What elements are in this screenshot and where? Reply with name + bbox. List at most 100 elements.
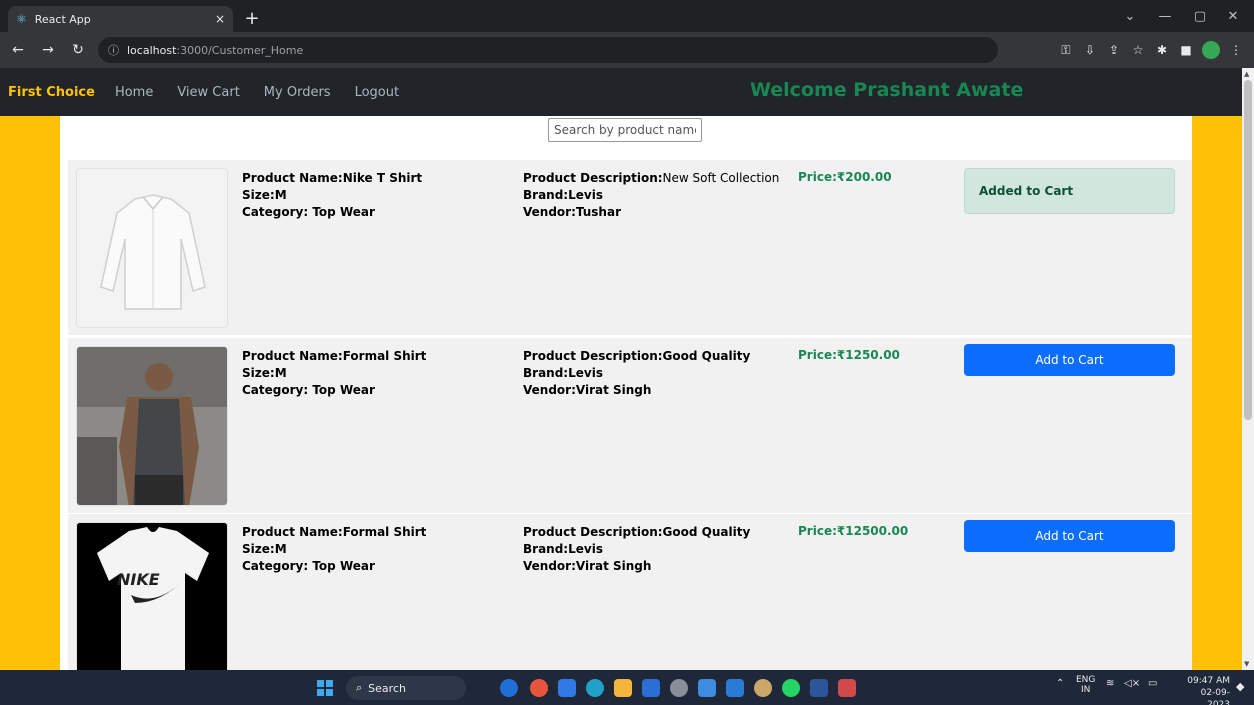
product-name: Formal Shirt [342, 525, 427, 539]
scroll-thumb[interactable] [1244, 80, 1252, 420]
product-vendor: Virat Singh [575, 383, 652, 397]
notification-icon[interactable]: ◆ [1236, 680, 1244, 693]
react-icon: ⚛ [16, 12, 27, 26]
nike-tshirt-image: NIKE [76, 522, 228, 670]
added-to-cart-alert: Added to Cart [964, 168, 1175, 214]
info-icon[interactable]: ⓘ [108, 42, 119, 58]
white-shirt-image [76, 168, 228, 328]
welcome-message: Welcome Prashant Awate [750, 79, 1024, 101]
reload-icon[interactable]: ↻ [66, 38, 90, 62]
product-details-left: Product Name:Formal Shirt Size:M Categor… [242, 525, 427, 573]
forward-icon[interactable]: → [36, 38, 60, 62]
product-vendor: Virat Singh [575, 559, 652, 573]
back-icon[interactable]: ← [6, 38, 30, 62]
settings-gear-icon[interactable] [670, 679, 688, 697]
search-input[interactable] [548, 118, 702, 142]
snipping-tool-icon[interactable] [838, 679, 856, 697]
file-explorer-icon[interactable] [614, 679, 632, 697]
wifi-icon[interactable]: ≋ [1106, 678, 1114, 689]
remote-desktop-icon[interactable] [698, 679, 716, 697]
browser-tab[interactable]: ⚛ React App × [8, 6, 233, 32]
tab-title: React App [34, 12, 91, 26]
windows-taskbar: ⌕ Search ⌃ ENG IN ≋ ◁× ▭ 09:47 AM 02-09-20… [0, 670, 1254, 705]
new-tab-button[interactable]: + [240, 6, 264, 30]
product-category: Top Wear [312, 383, 375, 397]
install-icon[interactable]: ⇩ [1082, 38, 1098, 62]
whatsapp-icon[interactable] [782, 679, 800, 697]
page-scrollbar[interactable]: ▲ ▼ [1242, 68, 1254, 670]
profile-avatar[interactable] [1202, 41, 1220, 59]
tray-chevron-icon[interactable]: ⌃ [1056, 678, 1064, 689]
product-price: Price:₹200.00 [798, 170, 892, 184]
bookmark-star-icon[interactable]: ☆ [1130, 38, 1146, 62]
product-details-left: Product Name:Formal Shirt Size:M Categor… [242, 349, 427, 397]
word-icon[interactable] [810, 679, 828, 697]
battery-icon[interactable]: ▭ [1148, 678, 1157, 689]
nav-my-orders-link[interactable]: My Orders [264, 85, 331, 100]
product-description: Good Quality [662, 349, 751, 363]
add-to-cart-button[interactable]: Add to Cart [964, 520, 1175, 552]
nav-home-link[interactable]: Home [115, 85, 153, 100]
share-icon[interactable]: ⇪ [1106, 38, 1122, 62]
top-navbar: First Choice Home View Cart My Orders Lo… [0, 68, 1242, 116]
product-brand: Levis [568, 366, 603, 380]
extensions-icon[interactable]: ✱ [1154, 38, 1170, 62]
url-path: :3000/Customer_Home [176, 43, 304, 57]
product-details-right: Product Description:Good Quality Brand:L… [523, 349, 751, 397]
add-to-cart-button[interactable]: Add to Cart [964, 344, 1175, 376]
product-size: M [274, 542, 287, 556]
product-category: Top Wear [312, 205, 375, 219]
product-details-left: Product Name:Nike T Shirt Size:M Categor… [242, 171, 423, 219]
product-details-right: Product Description:New Soft Collection … [523, 171, 780, 219]
nav-logout-link[interactable]: Logout [355, 85, 400, 100]
tab-search-icon[interactable]: ⌄ [1115, 6, 1145, 26]
svg-text:NIKE: NIKE [117, 570, 160, 589]
search-icon: ⌕ [356, 681, 363, 694]
address-bar[interactable]: ⓘ localhost:3000/Customer_Home [98, 37, 998, 63]
scroll-up-icon[interactable]: ▲ [1244, 70, 1249, 78]
product-list-container: Product Name:Nike T Shirt Size:M Categor… [60, 116, 1192, 670]
vscode-icon[interactable] [726, 679, 744, 697]
store-app-icon[interactable] [558, 679, 576, 697]
taskbar-search[interactable]: ⌕ Search [346, 676, 466, 700]
product-size: M [274, 188, 287, 202]
menu-kebab-icon[interactable]: ⋮ [1228, 38, 1244, 62]
gear-app-icon[interactable] [754, 679, 772, 697]
product-price: Price:₹1250.00 [798, 348, 900, 362]
product-name: Nike T Shirt [342, 171, 423, 185]
product-category: Top Wear [312, 559, 375, 573]
language-indicator[interactable]: ENG IN [1076, 675, 1095, 695]
product-card: Product Name:Nike T Shirt Size:M Categor… [68, 160, 1192, 335]
product-details-right: Product Description:Good Quality Brand:L… [523, 525, 751, 573]
product-brand: Levis [568, 542, 603, 556]
key-icon[interactable]: ⚿ [1058, 38, 1074, 62]
url-host: localhost [127, 43, 177, 57]
product-price: Price:₹12500.00 [798, 524, 909, 538]
scroll-down-icon[interactable]: ▼ [1244, 660, 1249, 668]
volume-muted-icon[interactable]: ◁× [1124, 678, 1140, 689]
product-card: NIKE Product Name:Formal Shirt Size:M Ca… [68, 514, 1192, 670]
sidepanel-icon[interactable]: ■ [1178, 38, 1194, 62]
close-window-icon[interactable]: ✕ [1218, 6, 1248, 26]
restore-icon[interactable]: ▢ [1185, 6, 1215, 26]
product-name: Formal Shirt [342, 349, 427, 363]
product-vendor: Tushar [575, 205, 621, 219]
edge-app-icon[interactable] [586, 679, 604, 697]
brand-link[interactable]: First Choice [8, 85, 95, 100]
launcher-app-icon[interactable] [642, 679, 660, 697]
tab-close-icon[interactable]: × [215, 12, 225, 26]
windows-start-icon[interactable] [317, 680, 333, 696]
minimize-icon[interactable]: — [1150, 6, 1180, 26]
product-description: Good Quality [662, 525, 751, 539]
taskbar-clock[interactable]: 09:47 AM 02-09-2023 [1178, 675, 1230, 705]
chrome-app-icon[interactable] [530, 679, 548, 697]
bing-app-icon[interactable] [500, 679, 518, 697]
tank-top-model-image [76, 346, 228, 506]
product-brand: Levis [568, 188, 603, 202]
product-size: M [274, 366, 287, 380]
browser-tabstrip: ⚛ React App × + ⌄ — ▢ ✕ [0, 0, 1254, 32]
product-description: New Soft Collection [662, 171, 780, 185]
browser-toolbar: ← → ↻ ⓘ localhost:3000/Customer_Home ⚿ ⇩… [0, 32, 1254, 68]
nav-view-cart-link[interactable]: View Cart [177, 85, 239, 100]
product-card: Product Name:Formal Shirt Size:M Categor… [68, 338, 1192, 513]
